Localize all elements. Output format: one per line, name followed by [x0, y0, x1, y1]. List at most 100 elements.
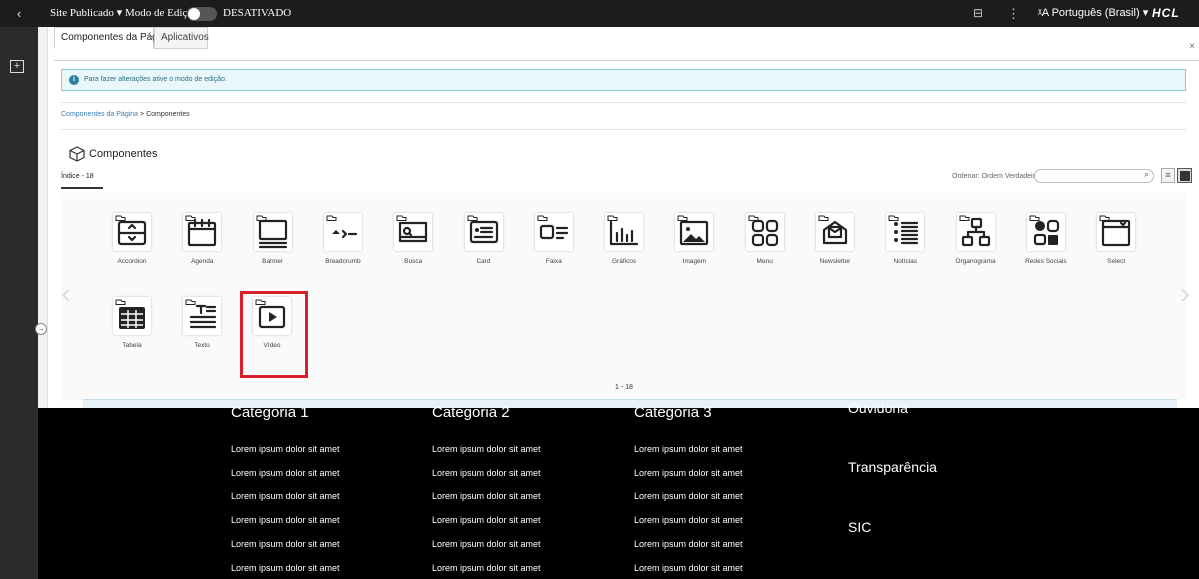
component-tile[interactable] [113, 297, 151, 335]
edit-mode-toggle[interactable] [187, 7, 217, 21]
component-tabela[interactable]: Tabela [106, 297, 158, 363]
component-imagem[interactable]: Imagem [668, 213, 720, 279]
component-tile[interactable] [183, 213, 222, 251]
panel-toggle-icon[interactable]: ⊟ [973, 0, 983, 27]
footer-link[interactable]: Lorem ipsum dolor sit amet [231, 539, 340, 549]
component-label: Notícias [893, 258, 918, 265]
expand-arrow-icon[interactable]: → [35, 323, 47, 335]
component-select[interactable]: Select [1090, 213, 1142, 279]
component-label: Select [1107, 258, 1126, 265]
footer-link[interactable]: Lorem ipsum dolor sit amet [634, 468, 743, 478]
footer-link[interactable]: Lorem ipsum dolor sit amet [432, 515, 541, 525]
footer-heading: Categoria 3 [634, 404, 712, 421]
table-icon [115, 299, 145, 329]
footer-link[interactable]: Lorem ipsum dolor sit amet [432, 491, 541, 501]
add-icon[interactable]: + [10, 60, 24, 73]
back-chevron-icon[interactable]: ‹ [0, 0, 38, 27]
footer-link[interactable]: Lorem ipsum dolor sit amet [231, 515, 340, 525]
footer-transparency-link[interactable]: Transparência [848, 459, 937, 475]
component-menu[interactable]: Menu [739, 213, 791, 279]
component-tile[interactable] [816, 213, 854, 251]
component-tile[interactable] [394, 213, 433, 251]
strip-icon [537, 215, 568, 240]
footer-link[interactable]: Lorem ipsum dolor sit amet [634, 563, 743, 573]
language-selector[interactable]: ᵡA Português (Brasil) ▾ [1038, 0, 1148, 27]
prev-arrow-icon[interactable]: ‹ [61, 277, 71, 311]
divider [61, 129, 1186, 130]
tab-divider [54, 60, 1199, 61]
component-label: Tabela [122, 342, 142, 349]
component-tile[interactable] [253, 213, 292, 251]
divider [61, 102, 1186, 103]
component-tile[interactable] [464, 213, 503, 251]
sort-dropdown[interactable]: Ordenar: Ordem Verdadeira ▾ [952, 172, 1044, 180]
breadcrumb-link[interactable]: Componentes da Página [61, 111, 138, 118]
footer-link[interactable]: Lorem ipsum dolor sit amet [634, 444, 743, 454]
footer-link[interactable]: Lorem ipsum dolor sit amet [634, 539, 743, 549]
component-tile[interactable] [183, 297, 221, 335]
component-agenda[interactable]: Agenda [176, 213, 228, 279]
component-tile[interactable] [675, 213, 714, 251]
component-texto[interactable]: Texto [176, 297, 228, 363]
footer-link[interactable]: Lorem ipsum dolor sit amet [231, 444, 340, 454]
tab-page-components[interactable]: Componentes da Página [54, 27, 171, 49]
component-card[interactable]: Card [458, 213, 510, 279]
component-label: Gráficos [611, 258, 637, 265]
component-tile[interactable] [534, 213, 573, 251]
component-tile[interactable] [605, 213, 644, 251]
component-tile[interactable] [1026, 213, 1065, 251]
image-icon [677, 215, 709, 246]
component-tile[interactable] [323, 213, 362, 251]
info-alert: i Para fazer alterações ative o modo de … [61, 69, 1186, 91]
component-banner[interactable]: Banner [247, 213, 299, 279]
component-organograma[interactable]: Organograma [950, 213, 1002, 279]
component-tile[interactable] [886, 213, 925, 251]
component-newsletter[interactable]: Newsletter [809, 213, 861, 279]
component-tile[interactable] [113, 213, 151, 251]
chevron-down-icon: ▾ [1142, 7, 1149, 19]
footer-link[interactable]: Lorem ipsum dolor sit amet [634, 491, 743, 501]
component-accordion[interactable]: Accordion [106, 213, 158, 279]
component-gr-ficos[interactable]: Gráficos [598, 213, 650, 279]
footer-link[interactable]: Lorem ipsum dolor sit amet [432, 468, 541, 478]
list-view-icon[interactable]: ≡ [1161, 168, 1175, 183]
footer-link[interactable]: Lorem ipsum dolor sit amet [432, 444, 541, 454]
component-tile[interactable] [1097, 213, 1136, 251]
footer-link[interactable]: Lorem ipsum dolor sit amet [231, 468, 340, 478]
footer-link[interactable]: Lorem ipsum dolor sit amet [432, 563, 541, 573]
component-not-cias[interactable]: Notícias [879, 213, 931, 279]
search-box-icon [396, 215, 428, 243]
component-label: Agenda [191, 258, 214, 265]
footer-link[interactable]: Lorem ipsum dolor sit amet [231, 491, 340, 501]
component-redes-sociais[interactable]: Redes Sociais [1020, 213, 1072, 279]
component-tile[interactable] [745, 213, 784, 251]
footer-link[interactable]: Lorem ipsum dolor sit amet [432, 539, 541, 549]
social-icon [1029, 215, 1059, 246]
tab-applications[interactable]: Aplicativos [154, 27, 209, 49]
edit-mode-state: DESATIVADO [223, 7, 292, 19]
footer-link[interactable]: Lorem ipsum dolor sit amet [634, 515, 743, 525]
footer-ouvidoria-link[interactable]: Ouvidoria [848, 400, 908, 416]
component-label: Redes Sociais [1025, 258, 1067, 265]
index-tab[interactable]: Índice - 18 [61, 173, 103, 189]
breadcrumb-separator: > [140, 111, 145, 118]
component-tile[interactable] [956, 213, 995, 251]
footer-link[interactable]: Lorem ipsum dolor sit amet [231, 563, 340, 573]
bar-chart-icon [607, 215, 639, 246]
banner-icon [256, 215, 287, 249]
component-busca[interactable]: Busca [387, 213, 439, 279]
footer-sic-link[interactable]: SIC [848, 519, 871, 535]
selected-highlight [240, 291, 308, 378]
search-icon[interactable]: ⌕ [1144, 169, 1149, 180]
site-status-dropdown[interactable]: Site Publicado ▾ [50, 0, 122, 27]
chevron-down-icon: ▾ [116, 7, 123, 19]
footer-heading: Categoria 1 [231, 404, 309, 421]
component-breadcrumb[interactable]: Breadcrumb [317, 213, 369, 279]
site-status-label: Site Publicado [50, 7, 114, 19]
more-options-icon[interactable]: ⋮ [1007, 0, 1020, 27]
close-icon[interactable]: × [1189, 41, 1195, 52]
next-arrow-icon[interactable]: › [1180, 277, 1190, 311]
search-input[interactable]: ⌕ [1034, 169, 1154, 183]
grid-view-icon[interactable] [1177, 168, 1192, 183]
component-faixa[interactable]: Faixa [528, 213, 580, 279]
